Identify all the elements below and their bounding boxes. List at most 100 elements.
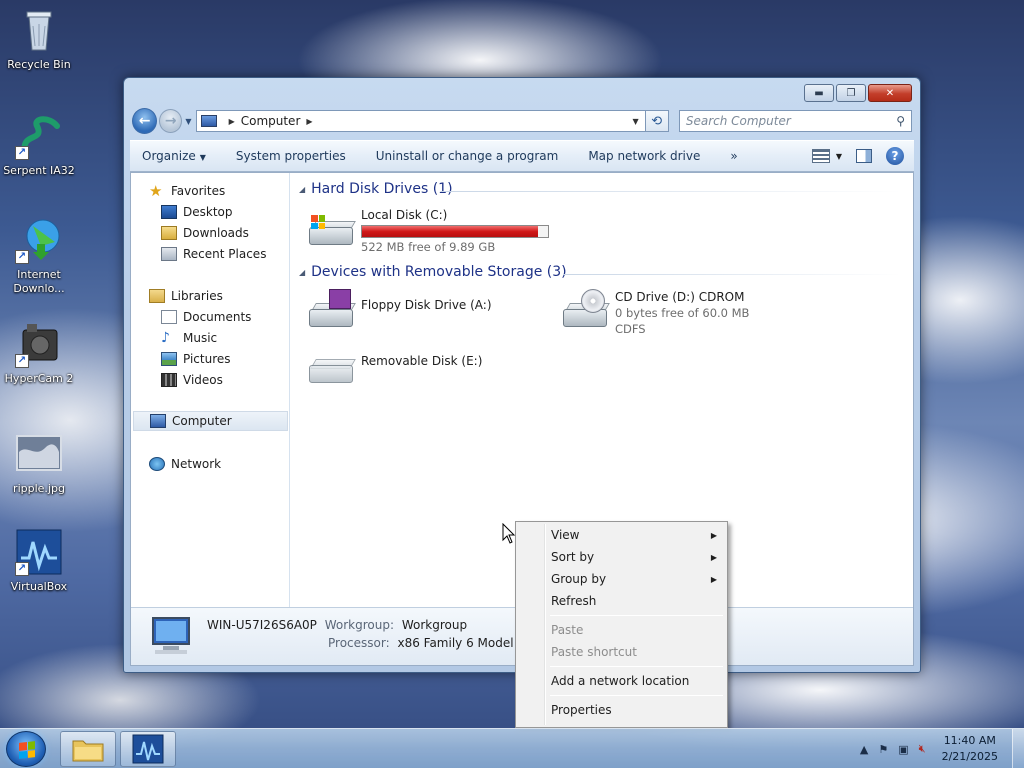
desktop-icon-hypercam[interactable]: ↗ HyperCam 2 bbox=[2, 320, 76, 386]
menu-item-refresh[interactable]: Refresh bbox=[518, 590, 725, 612]
address-bar[interactable]: ▶ Computer ▶ ▼ bbox=[195, 110, 646, 132]
computer-name-line: WIN-U57I26S6A0P Workgroup: Workgroup bbox=[207, 618, 467, 632]
organize-button[interactable]: Organize ▼ bbox=[142, 149, 206, 163]
recent-pages-dropdown[interactable]: ▼ bbox=[185, 117, 191, 126]
clock-date: 2/21/2025 bbox=[941, 750, 998, 763]
taskbar: ▲ ⚑ ▣ 🔇︎ 11:40 AM 2/21/2025 bbox=[0, 728, 1024, 768]
menu-item-label: Group by bbox=[551, 572, 607, 586]
minimize-button[interactable]: ▬ bbox=[804, 84, 834, 102]
command-bar: Organize ▼ System properties Uninstall or… bbox=[130, 140, 914, 172]
system-tray: ▲ ⚑ ▣ 🔇︎ 11:40 AM 2/21/2025 bbox=[860, 729, 1024, 768]
menu-item-add-network-location[interactable]: Add a network location bbox=[518, 670, 725, 692]
nav-downloads-label: Downloads bbox=[183, 226, 249, 240]
group-removable-label: Devices with Removable Storage (3) bbox=[311, 264, 567, 280]
menu-separator bbox=[550, 695, 723, 696]
drive-name: Removable Disk (E:) bbox=[361, 354, 483, 368]
map-network-drive-button[interactable]: Map network drive bbox=[588, 149, 700, 163]
image-file-icon bbox=[15, 430, 63, 478]
drive-name: Floppy Disk Drive (A:) bbox=[361, 298, 492, 312]
nav-pictures[interactable]: Pictures bbox=[161, 349, 231, 369]
search-placeholder: Search Computer bbox=[685, 114, 791, 128]
computer-icon bbox=[150, 414, 166, 428]
nav-music[interactable]: ♪ Music bbox=[161, 328, 217, 348]
collapse-triangle-icon[interactable]: ◢ bbox=[299, 268, 305, 277]
change-view-button[interactable]: ▼ bbox=[811, 149, 842, 163]
recent-places-icon bbox=[161, 247, 177, 261]
maximize-button[interactable]: ❐ bbox=[836, 84, 866, 102]
caption-buttons: ▬ ❐ ✕ bbox=[804, 84, 912, 102]
nav-recent-label: Recent Places bbox=[183, 247, 267, 261]
desktop-icon-ripple[interactable]: ripple.jpg bbox=[2, 430, 76, 496]
star-icon: ★ bbox=[149, 182, 163, 200]
search-input[interactable]: Search Computer ⚲ bbox=[678, 110, 912, 132]
computer-icon bbox=[200, 115, 217, 127]
action-center-flag-icon[interactable]: ⚑ bbox=[878, 743, 888, 756]
nav-desktop-label: Desktop bbox=[183, 205, 233, 219]
menu-item-label: Add a network location bbox=[551, 674, 690, 688]
group-header-removable-storage[interactable]: ◢ Devices with Removable Storage (3) bbox=[299, 264, 567, 280]
drive-floppy-a[interactable]: Floppy Disk Drive (A:) bbox=[307, 289, 492, 329]
recycle-bin-icon bbox=[15, 6, 63, 54]
drive-cd-d[interactable]: CD Drive (D:) CDROM 0 bytes free of 60.0… bbox=[561, 289, 749, 337]
breadcrumb-chevron-icon[interactable]: ▶ bbox=[229, 117, 235, 126]
menu-item-paste-shortcut: Paste shortcut bbox=[518, 641, 725, 663]
floppy-drive-icon bbox=[307, 289, 357, 329]
refresh-icon[interactable]: ⟲ bbox=[645, 110, 669, 132]
hard-disk-icon bbox=[307, 207, 357, 247]
menu-item-label: View bbox=[551, 528, 580, 542]
taskbar-explorer-button[interactable] bbox=[60, 731, 116, 767]
show-hidden-icons-button[interactable]: ▲ bbox=[860, 743, 868, 756]
desktop-icon-label: Serpent IA32 bbox=[3, 164, 75, 177]
clock[interactable]: 11:40 AM 2/21/2025 bbox=[942, 733, 998, 765]
nav-videos-label: Videos bbox=[183, 373, 223, 387]
desktop-icon-recycle-bin[interactable]: Recycle Bin bbox=[2, 6, 76, 72]
desktop-icon-internet-download[interactable]: ↗ Internet Downlo... bbox=[2, 216, 76, 296]
forward-button[interactable]: → bbox=[159, 109, 183, 133]
submenu-arrow-icon: ▶ bbox=[710, 530, 717, 540]
more-commands-button[interactable]: » bbox=[730, 149, 737, 163]
virtualbox-icon bbox=[132, 734, 164, 764]
nav-recent-places[interactable]: Recent Places bbox=[161, 244, 266, 264]
start-button[interactable] bbox=[6, 731, 46, 767]
menu-item-group-by[interactable]: Group by ▶ bbox=[518, 568, 725, 590]
nav-libraries[interactable]: Libraries bbox=[149, 286, 223, 306]
nav-videos[interactable]: Videos bbox=[161, 370, 223, 390]
network-tray-icon[interactable]: ▣ bbox=[898, 743, 908, 756]
search-icon[interactable]: ⚲ bbox=[896, 114, 905, 128]
desktop-icon-virtualbox[interactable]: ↗ VirtualBox bbox=[2, 528, 76, 594]
volume-muted-icon[interactable]: 🔇︎ bbox=[919, 742, 926, 756]
nav-network[interactable]: Network bbox=[149, 454, 221, 474]
pictures-icon bbox=[161, 352, 177, 366]
breadcrumb-chevron-icon[interactable]: ▶ bbox=[306, 117, 312, 126]
nav-downloads[interactable]: Downloads bbox=[161, 223, 249, 243]
drive-filesystem: CDFS bbox=[615, 322, 646, 336]
uninstall-program-button[interactable]: Uninstall or change a program bbox=[376, 149, 559, 163]
menu-separator bbox=[550, 666, 723, 667]
preview-pane-icon[interactable] bbox=[856, 149, 872, 163]
documents-icon bbox=[161, 310, 177, 324]
desktop-icon-serpent[interactable]: ↗ Serpent IA32 bbox=[2, 112, 76, 178]
drive-removable-e[interactable]: Removable Disk (E:) bbox=[307, 345, 482, 385]
address-dropdown-icon[interactable]: ▼ bbox=[632, 117, 638, 126]
show-desktop-button[interactable] bbox=[1012, 729, 1024, 768]
system-properties-button[interactable]: System properties bbox=[236, 149, 346, 163]
close-button[interactable]: ✕ bbox=[868, 84, 912, 102]
drive-local-disk-c[interactable]: Local Disk (C:) 522 MB free of 9.89 GB bbox=[307, 207, 549, 255]
nav-computer[interactable]: Computer bbox=[133, 411, 288, 431]
help-icon[interactable]: ? bbox=[886, 147, 904, 165]
nav-favorites[interactable]: ★ Favorites bbox=[149, 181, 225, 201]
nav-documents[interactable]: Documents bbox=[161, 307, 251, 327]
menu-item-sort-by[interactable]: Sort by ▶ bbox=[518, 546, 725, 568]
collapse-triangle-icon[interactable]: ◢ bbox=[299, 185, 305, 194]
nav-desktop[interactable]: Desktop bbox=[161, 202, 233, 222]
menu-item-view[interactable]: View ▶ bbox=[518, 524, 725, 546]
virtualbox-icon: ↗ bbox=[15, 528, 63, 576]
breadcrumb-computer[interactable]: Computer bbox=[241, 114, 301, 128]
taskbar-virtualbox-button[interactable] bbox=[120, 731, 176, 767]
chevron-down-icon: ▼ bbox=[199, 153, 206, 162]
shortcut-arrow-icon: ↗ bbox=[15, 562, 29, 576]
back-button[interactable]: ← bbox=[132, 108, 158, 134]
group-header-hard-disk-drives[interactable]: ◢ Hard Disk Drives (1) bbox=[299, 181, 453, 197]
desktop-icon-label: VirtualBox bbox=[10, 580, 68, 593]
menu-item-properties[interactable]: Properties bbox=[518, 699, 725, 721]
